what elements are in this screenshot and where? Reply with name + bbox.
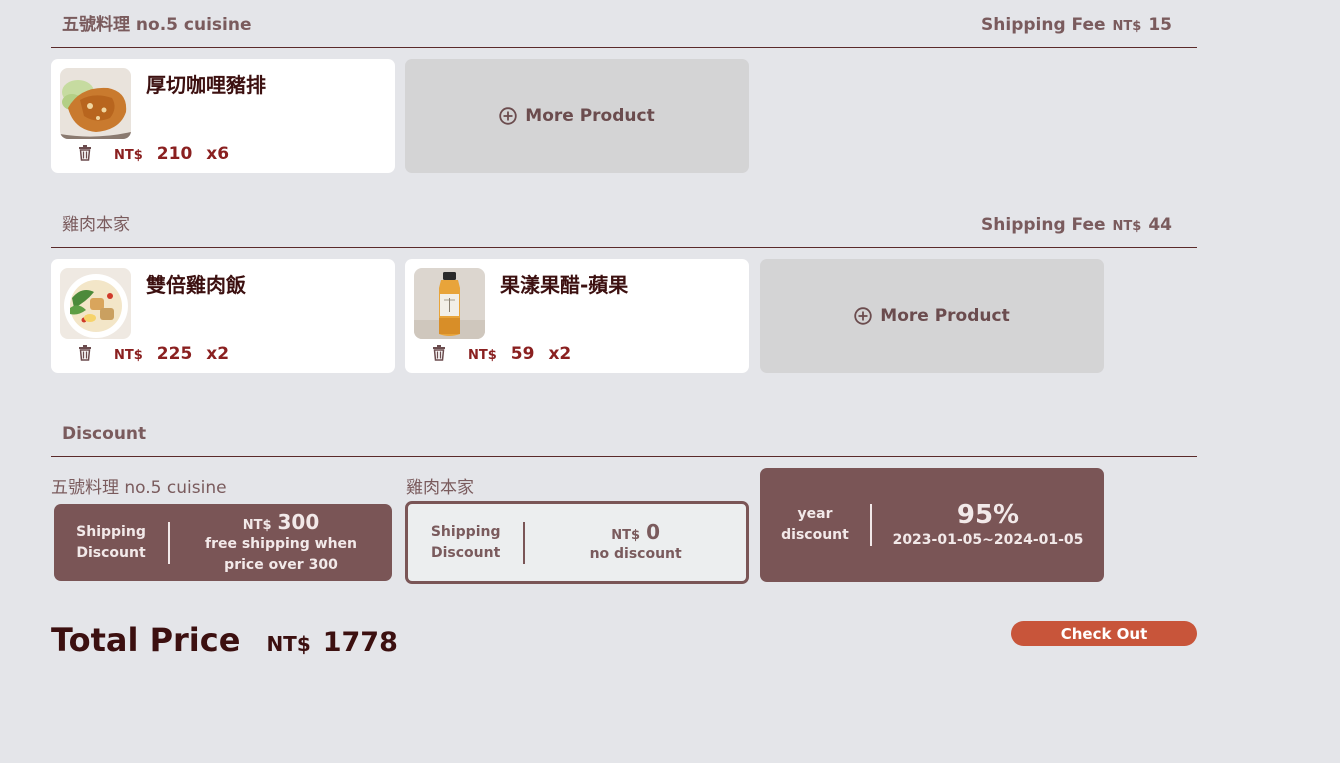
shipping-fee-label: Shipping Fee	[981, 15, 1106, 35]
discount-type-line2: Discount	[431, 544, 501, 561]
more-product-label: More Product	[525, 106, 655, 126]
discount-type: year discount	[760, 504, 870, 546]
trash-icon[interactable]	[78, 145, 92, 161]
cart-item-card: 雙倍雞肉飯 NT$ 225 x2	[51, 259, 395, 373]
store-section-chicken: 雞肉本家 Shipping Fee NT$ 44 雙倍雞肉飯 NT$ 225 x…	[51, 215, 1197, 374]
product-image-curry-pork	[60, 68, 131, 139]
year-discount-card: year discount 95% 2023-01-05~2024-01-05	[760, 468, 1104, 582]
product-quantity: x2	[206, 344, 230, 364]
discount-store-name: 雞肉本家	[406, 478, 474, 498]
discount-amount: 300	[277, 509, 320, 534]
discount-note: free shipping when price over 300	[204, 535, 358, 573]
product-image-chicken-rice	[60, 268, 131, 339]
shipping-fee-value: 15	[1148, 15, 1172, 35]
product-name: 厚切咖哩豬排	[146, 73, 266, 97]
discount-type-line1: year	[797, 506, 833, 522]
discount-section: Discount	[51, 417, 1197, 457]
shipping-discount-card: Shipping Discount NT$ 300 free shipping w…	[54, 504, 392, 581]
shipping-discount-card: Shipping Discount NT$ 0 no discount	[405, 501, 749, 584]
discount-percent: 95%	[956, 499, 1020, 530]
product-name: 雙倍雞肉飯	[146, 273, 246, 297]
discount-period: 2023-01-05~2024-01-05	[892, 531, 1084, 548]
discount-type-line1: Shipping	[430, 523, 501, 540]
store-name: 雞肉本家	[62, 215, 130, 235]
currency-label: NT$	[242, 517, 272, 533]
discount-detail: NT$ 0 no discount	[525, 520, 746, 565]
plus-circle-icon	[499, 107, 517, 125]
product-image-vinegar	[414, 268, 485, 339]
product-price: 59	[510, 344, 535, 364]
product-name: 果漾果醋-蘋果	[500, 273, 629, 297]
currency-label: NT$	[611, 528, 641, 543]
trash-icon[interactable]	[432, 345, 446, 361]
discount-detail: NT$ 300 free shipping when price over 300	[170, 510, 392, 576]
shipping-fee-value: 44	[1148, 215, 1172, 235]
shipping-fee: Shipping Fee NT$ 44	[981, 215, 1172, 247]
product-meta: NT$ 59 x2	[432, 343, 571, 364]
currency-label: NT$	[1112, 219, 1142, 234]
more-product-label: More Product	[880, 306, 1010, 326]
store-header: 雞肉本家 Shipping Fee NT$ 44	[51, 215, 1197, 248]
total-value: 1778	[322, 627, 398, 658]
product-price: 225	[156, 344, 193, 364]
discount-amount: 0	[646, 520, 660, 544]
discount-type-line2: Discount	[76, 544, 146, 561]
discount-type-line2: discount	[781, 527, 849, 543]
discount-type: Shipping Discount	[408, 522, 523, 564]
store-section-no5: 五號料理 no.5 cuisine Shipping Fee NT$ 15 厚切…	[51, 15, 1197, 174]
checkout-button[interactable]: Check Out	[1011, 621, 1197, 646]
cart-item-card: 果漾果醋-蘋果 NT$ 59 x2	[405, 259, 749, 373]
cart-item-card: 厚切咖哩豬排 NT$ 210 x6	[51, 59, 395, 173]
currency-label: NT$	[1112, 19, 1142, 34]
discount-title: Discount	[62, 424, 147, 444]
product-meta: NT$ 225 x2	[78, 343, 229, 364]
discount-type: Shipping Discount	[54, 522, 168, 564]
product-quantity: x6	[206, 144, 230, 164]
shipping-fee: Shipping Fee NT$ 15	[981, 15, 1172, 47]
plus-circle-icon	[854, 307, 872, 325]
discount-type-line1: Shipping	[76, 523, 146, 540]
currency-label: NT$	[468, 348, 497, 363]
product-price: 210	[156, 144, 193, 164]
store-name: 五號料理 no.5 cuisine	[62, 15, 252, 35]
trash-icon[interactable]	[78, 345, 92, 361]
store-header: 五號料理 no.5 cuisine Shipping Fee NT$ 15	[51, 15, 1197, 48]
total-price: Total Price NT$ 1778	[51, 621, 398, 659]
currency-label: NT$	[114, 148, 143, 163]
currency-label: NT$	[266, 632, 311, 656]
more-product-button[interactable]: More Product	[405, 59, 749, 173]
shipping-fee-label: Shipping Fee	[981, 215, 1106, 235]
discount-detail: 95% 2023-01-05~2024-01-05	[872, 500, 1104, 551]
more-product-button[interactable]: More Product	[760, 259, 1104, 373]
discount-store-name: 五號料理 no.5 cuisine	[51, 478, 227, 498]
product-quantity: x2	[548, 344, 572, 364]
product-meta: NT$ 210 x6	[78, 143, 229, 164]
total-label: Total Price	[51, 621, 241, 659]
discount-header: Discount	[51, 417, 1197, 457]
currency-label: NT$	[114, 348, 143, 363]
discount-note: no discount	[589, 546, 682, 562]
